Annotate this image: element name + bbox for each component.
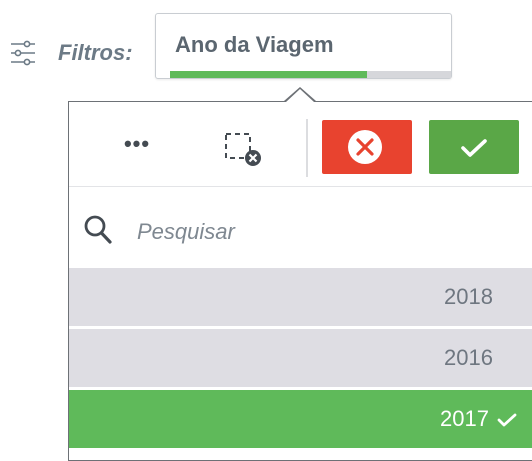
- list-item[interactable]: 2016: [69, 329, 532, 387]
- list-item-label: 2018: [444, 284, 493, 310]
- list-item-label: 2017: [440, 406, 517, 432]
- toolbar-divider: [306, 119, 308, 177]
- chip-progress-bar: [170, 71, 451, 78]
- filter-dropdown: ••• Pesquisar 2018 2016 2017: [68, 101, 532, 461]
- list-item-value: 2016: [444, 345, 493, 370]
- cancel-selection-button[interactable]: [322, 120, 412, 174]
- confirm-selection-button[interactable]: [429, 120, 519, 174]
- list-item[interactable]: 2018: [69, 268, 532, 326]
- value-list: 2018 2016 2017: [69, 268, 532, 451]
- confirm-check-icon: [461, 139, 487, 157]
- selection-toolbar: •••: [69, 102, 532, 187]
- search-icon: [83, 214, 113, 251]
- clear-selection-button[interactable]: [223, 130, 267, 170]
- selected-check-icon: [497, 413, 517, 427]
- list-item[interactable]: 2017: [69, 390, 532, 448]
- list-item-value: 2018: [444, 284, 493, 309]
- search-row: [69, 186, 532, 266]
- chip-title: Ano da Viagem: [175, 32, 334, 57]
- list-item-label: 2016: [444, 345, 493, 371]
- chip-progress-fill: [170, 71, 367, 78]
- cancel-x-icon: [348, 130, 382, 164]
- more-options-button[interactable]: •••: [117, 130, 157, 158]
- filters-label: Filtros:: [58, 40, 133, 65]
- clear-selection-icon: [225, 133, 261, 166]
- filter-chip-ano-da-viagem[interactable]: Ano da Viagem: [155, 13, 452, 79]
- sliders-icon[interactable]: [10, 38, 36, 68]
- search-input[interactable]: [135, 215, 489, 249]
- dropdown-caret-fill: [286, 89, 314, 102]
- list-item-value: 2017: [440, 406, 489, 431]
- filters-bar: Filtros: Ano da Viagem: [0, 0, 532, 90]
